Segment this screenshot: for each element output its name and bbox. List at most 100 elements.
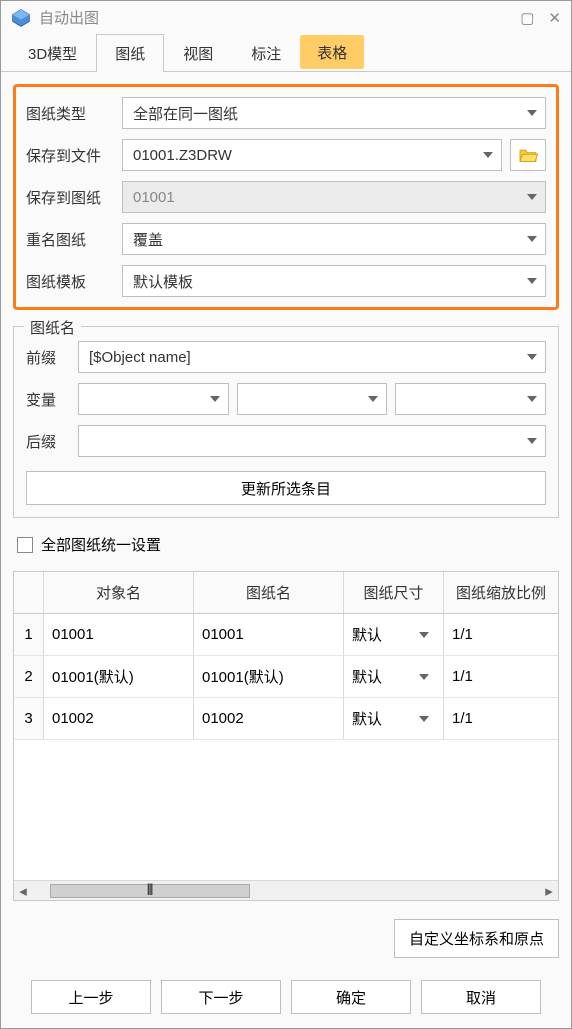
label-suffix: 后缀 <box>26 431 70 452</box>
caret-icon <box>419 674 429 680</box>
caret-icon <box>419 716 429 722</box>
app-icon <box>11 8 31 28</box>
cell-object[interactable]: 01001 <box>44 614 194 655</box>
sheet-table: 对象名 图纸名 图纸尺寸 图纸缩放比例 1 01001 01001 默认 1/1… <box>13 571 559 901</box>
cancel-button[interactable]: 取消 <box>421 980 541 1014</box>
cell-size[interactable]: 默认 <box>344 656 444 697</box>
cell-scale[interactable]: 1/1 <box>444 614 558 655</box>
dialog-window: 自动出图 ▢ ✕ 3D模型 图纸 视图 标注 表格 图纸类型 全部在同一图纸 保… <box>0 0 572 1029</box>
caret-icon <box>527 110 537 116</box>
dropdown-template-value: 默认模板 <box>133 271 193 292</box>
table-row[interactable]: 2 01001(默认) 01001(默认) 默认 1/1 <box>14 656 558 698</box>
tab-annotation[interactable]: 标注 <box>232 34 300 72</box>
dropdown-rename[interactable]: 覆盖 <box>122 223 546 255</box>
cell-size-value: 默认 <box>352 708 382 729</box>
scroll-left-icon[interactable]: ◂ <box>14 882 32 900</box>
cell-index: 3 <box>14 698 44 739</box>
th-size[interactable]: 图纸尺寸 <box>344 572 444 613</box>
browse-button[interactable] <box>510 139 546 171</box>
next-button[interactable]: 下一步 <box>161 980 281 1014</box>
cell-object[interactable]: 01002 <box>44 698 194 739</box>
scroll-track[interactable]: ⦀ <box>32 883 540 899</box>
table-row[interactable]: 3 01002 01002 默认 1/1 <box>14 698 558 740</box>
update-button[interactable]: 更新所选条目 <box>26 471 546 505</box>
dropdown-save-file-value: 01001.Z3DRW <box>133 147 232 164</box>
dropdown-save-file[interactable]: 01001.Z3DRW <box>122 139 502 171</box>
dropdown-template[interactable]: 默认模板 <box>122 265 546 297</box>
tab-table[interactable]: 表格 <box>300 35 364 69</box>
scroll-right-icon[interactable]: ▸ <box>540 882 558 900</box>
dropdown-rename-value: 覆盖 <box>133 229 163 250</box>
caret-icon <box>527 236 537 242</box>
label-save-sheet: 保存到图纸 <box>26 187 114 208</box>
checkbox-unified[interactable] <box>17 537 33 553</box>
dropdown-var2[interactable] <box>237 383 388 415</box>
horizontal-scrollbar[interactable]: ◂ ⦀ ▸ <box>14 880 558 900</box>
tab-view[interactable]: 视图 <box>164 34 232 72</box>
th-sheetname[interactable]: 图纸名 <box>194 572 344 613</box>
dropdown-suffix[interactable] <box>78 425 546 457</box>
table-row[interactable]: 1 01001 01001 默认 1/1 <box>14 614 558 656</box>
group-title: 图纸名 <box>24 317 81 338</box>
scroll-thumb[interactable]: ⦀ <box>50 884 250 898</box>
prev-button[interactable]: 上一步 <box>31 980 151 1014</box>
cell-name[interactable]: 01001(默认) <box>194 656 344 697</box>
cell-size[interactable]: 默认 <box>344 698 444 739</box>
cell-name[interactable]: 01001 <box>194 614 344 655</box>
cell-index: 1 <box>14 614 44 655</box>
sheet-settings-box: 图纸类型 全部在同一图纸 保存到文件 01001.Z3DRW 保存到图纸 010… <box>13 84 559 310</box>
cell-scale[interactable]: 1/1 <box>444 698 558 739</box>
dropdown-sheet-type-value: 全部在同一图纸 <box>133 103 238 124</box>
tab-bar: 3D模型 图纸 视图 标注 表格 <box>1 34 571 72</box>
sheet-name-group: 图纸名 前缀 [$Object name] 变量 后缀 更新所选条目 <box>13 326 559 518</box>
label-save-file: 保存到文件 <box>26 145 114 166</box>
table-header: 对象名 图纸名 图纸尺寸 图纸缩放比例 <box>14 572 558 614</box>
cell-size-value: 默认 <box>352 624 382 645</box>
caret-icon <box>368 396 378 402</box>
th-index <box>14 572 44 613</box>
caret-icon <box>527 438 537 444</box>
dropdown-var3[interactable] <box>395 383 546 415</box>
label-variable: 变量 <box>26 389 70 410</box>
dropdown-save-sheet: 01001 <box>122 181 546 213</box>
folder-icon <box>518 147 538 163</box>
tab-sheet[interactable]: 图纸 <box>96 34 164 72</box>
caret-icon <box>419 632 429 638</box>
cell-name[interactable]: 01002 <box>194 698 344 739</box>
cell-index: 2 <box>14 656 44 697</box>
label-sheet-type: 图纸类型 <box>26 103 114 124</box>
checkbox-unified-label: 全部图纸统一设置 <box>41 534 161 555</box>
tab-3dmodel[interactable]: 3D模型 <box>9 34 96 72</box>
ok-button[interactable]: 确定 <box>291 980 411 1014</box>
cell-size[interactable]: 默认 <box>344 614 444 655</box>
coord-button-row: 自定义坐标系和原点 <box>13 919 559 958</box>
caret-icon <box>210 396 220 402</box>
label-template: 图纸模板 <box>26 271 114 292</box>
label-prefix: 前缀 <box>26 347 70 368</box>
content-area: 图纸类型 全部在同一图纸 保存到文件 01001.Z3DRW 保存到图纸 010… <box>1 72 571 970</box>
caret-icon <box>483 152 493 158</box>
footer: 上一步 下一步 确定 取消 <box>1 970 571 1028</box>
caret-icon <box>527 278 537 284</box>
dropdown-sheet-type[interactable]: 全部在同一图纸 <box>122 97 546 129</box>
cell-size-value: 默认 <box>352 666 382 687</box>
caret-icon <box>527 194 537 200</box>
th-object[interactable]: 对象名 <box>44 572 194 613</box>
check-all-row: 全部图纸统一设置 <box>17 534 555 555</box>
window-title: 自动出图 <box>39 7 512 28</box>
titlebar: 自动出图 ▢ ✕ <box>1 1 571 34</box>
dropdown-var1[interactable] <box>78 383 229 415</box>
cell-scale[interactable]: 1/1 <box>444 656 558 697</box>
close-icon[interactable]: ✕ <box>548 9 561 27</box>
dropdown-prefix[interactable]: [$Object name] <box>78 341 546 373</box>
label-rename: 重名图纸 <box>26 229 114 250</box>
coord-button[interactable]: 自定义坐标系和原点 <box>394 919 559 958</box>
dropdown-save-sheet-value: 01001 <box>133 189 175 206</box>
th-scale[interactable]: 图纸缩放比例 <box>444 572 558 613</box>
help-icon[interactable]: ▢ <box>520 9 534 27</box>
caret-icon <box>527 396 537 402</box>
dropdown-prefix-value: [$Object name] <box>89 349 191 366</box>
cell-object[interactable]: 01001(默认) <box>44 656 194 697</box>
table-body: 1 01001 01001 默认 1/1 2 01001(默认) 01001(默… <box>14 614 558 880</box>
caret-icon <box>527 354 537 360</box>
